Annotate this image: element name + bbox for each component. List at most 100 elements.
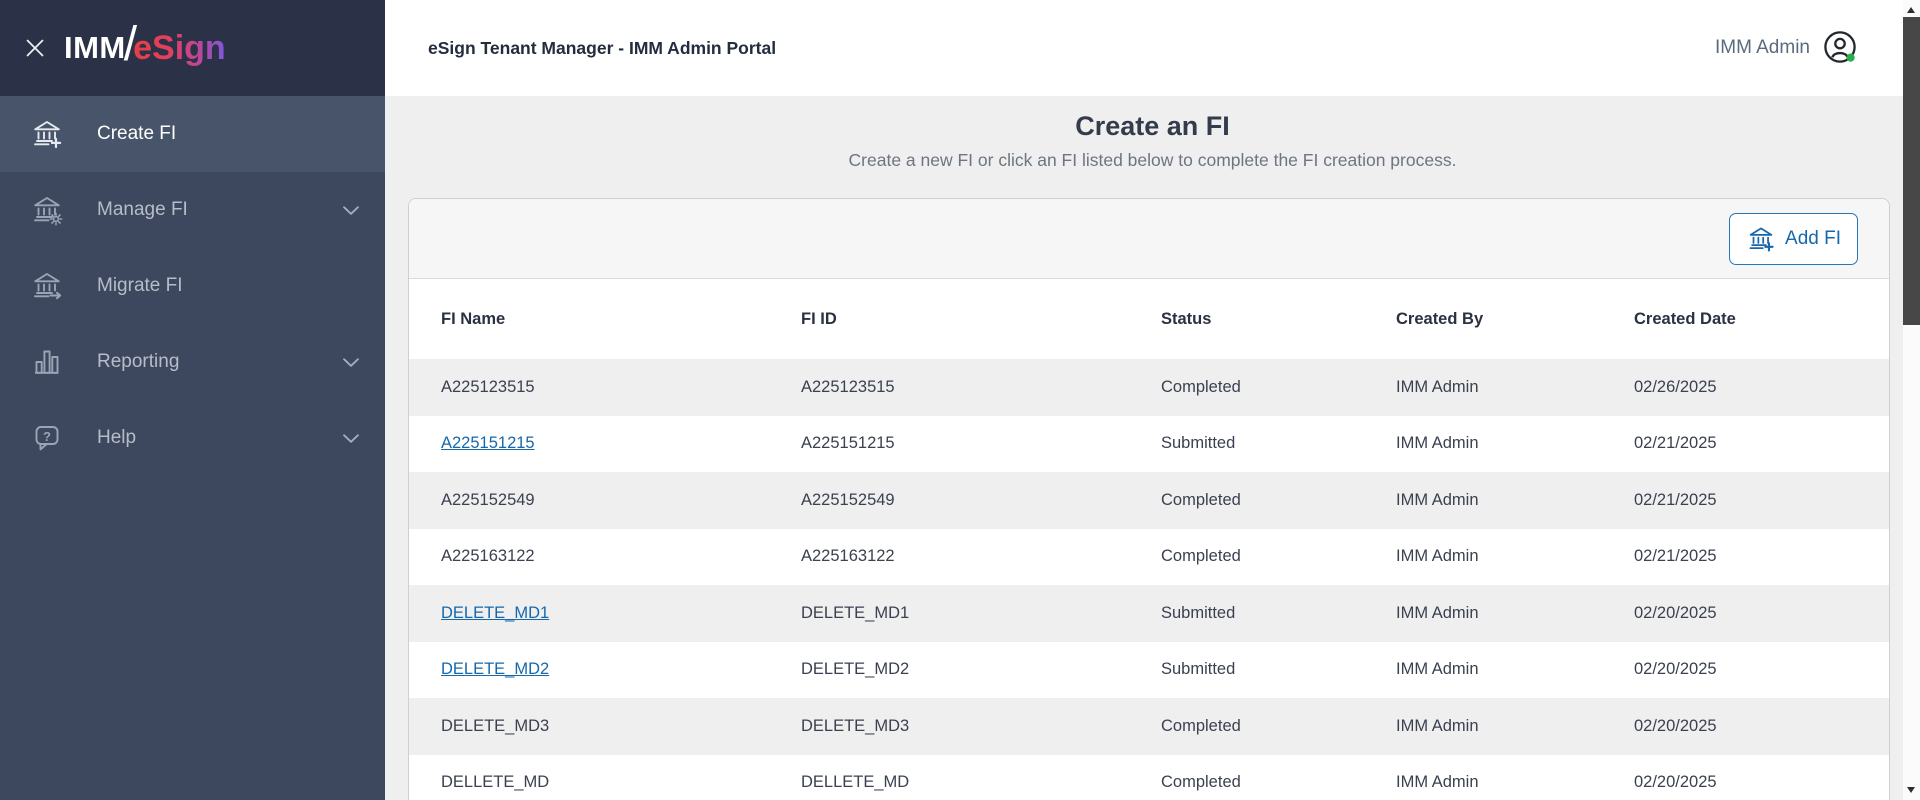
- nav-label: Manage FI: [97, 199, 188, 221]
- cell-status: Completed: [1161, 773, 1396, 792]
- cell-created-date: 02/20/2025: [1634, 717, 1889, 736]
- cell-status: Submitted: [1161, 660, 1396, 679]
- chevron-down-icon: [342, 433, 360, 444]
- fi-name-link[interactable]: DELETE_MD1: [441, 604, 549, 622]
- cell-created-date: 02/21/2025: [1634, 491, 1889, 510]
- cell-status: Completed: [1161, 547, 1396, 566]
- cell-fi-name: A225152549: [441, 491, 801, 510]
- cell-fi-name: DELETE_MD1: [441, 604, 801, 623]
- cell-status: Completed: [1161, 378, 1396, 397]
- cell-created-by: IMM Admin: [1396, 717, 1634, 736]
- add-fi-label: Add FI: [1785, 228, 1841, 250]
- chevron-down-icon: [342, 205, 360, 216]
- scrollbar-down-arrow[interactable]: [1907, 787, 1915, 793]
- sidebar-item-help[interactable]: ? Help: [0, 400, 385, 476]
- cell-fi-id: DELETE_MD1: [801, 604, 1161, 623]
- cell-fi-id: DELLETE_MD: [801, 773, 1161, 792]
- col-header-created-by: Created By: [1396, 310, 1634, 329]
- chevron-down-icon: [342, 357, 360, 368]
- cell-status: Submitted: [1161, 434, 1396, 453]
- table-row: A225163122 A225163122 Completed IMM Admi…: [409, 529, 1889, 586]
- sidebar-item-manage-fi[interactable]: Manage FI: [0, 172, 385, 248]
- user-menu[interactable]: IMM Admin: [1715, 29, 1860, 67]
- sidebar-nav: Create FI Manage FI Migrate FI: [0, 96, 385, 476]
- table-body: A225123515 A225123515 Completed IMM Admi…: [409, 359, 1889, 800]
- col-header-created-date: Created Date: [1634, 310, 1889, 329]
- cell-created-date: 02/21/2025: [1634, 434, 1889, 453]
- svg-text:?: ?: [43, 429, 51, 444]
- user-avatar-icon[interactable]: [1822, 29, 1860, 67]
- cell-created-by: IMM Admin: [1396, 547, 1634, 566]
- close-icon[interactable]: [22, 35, 48, 61]
- fi-name-link[interactable]: DELETE_MD2: [441, 660, 549, 678]
- table-row: DELLETE_MD DELLETE_MD Completed IMM Admi…: [409, 755, 1889, 800]
- card-toolbar: Add FI: [409, 199, 1889, 279]
- cell-created-date: 02/20/2025: [1634, 773, 1889, 792]
- cell-created-by: IMM Admin: [1396, 491, 1634, 510]
- cell-fi-id: A225151215: [801, 434, 1161, 453]
- cell-created-by: IMM Admin: [1396, 434, 1634, 453]
- cell-fi-name: DELLETE_MD: [441, 773, 801, 792]
- bank-arrow-icon: [30, 269, 64, 303]
- cell-status: Submitted: [1161, 604, 1396, 623]
- cell-created-date: 02/21/2025: [1634, 547, 1889, 566]
- cell-fi-name: A225163122: [441, 547, 801, 566]
- scrollbar-up-arrow[interactable]: [1907, 7, 1915, 13]
- page-subtitle: Create a new FI or click an FI listed be…: [385, 150, 1920, 171]
- help-bubble-icon: ?: [30, 421, 64, 455]
- nav-label: Help: [97, 427, 136, 449]
- sidebar: IMM / eSign Create FI Manage FI: [0, 0, 385, 800]
- bank-plus-icon: [1746, 224, 1776, 254]
- online-status-dot: [1847, 54, 1855, 62]
- topbar: eSign Tenant Manager - IMM Admin Portal …: [385, 0, 1920, 96]
- cell-fi-name: A225123515: [441, 378, 801, 397]
- cell-fi-id: A225163122: [801, 547, 1161, 566]
- cell-fi-id: DELETE_MD3: [801, 717, 1161, 736]
- cell-created-by: IMM Admin: [1396, 378, 1634, 397]
- col-header-fi-id: FI ID: [801, 310, 1161, 329]
- nav-label: Reporting: [97, 351, 179, 373]
- cell-fi-name: DELETE_MD3: [441, 717, 801, 736]
- main-area: eSign Tenant Manager - IMM Admin Portal …: [385, 0, 1920, 800]
- cell-created-date: 02/20/2025: [1634, 604, 1889, 623]
- nav-label: Migrate FI: [97, 275, 183, 297]
- col-header-status: Status: [1161, 310, 1396, 329]
- fi-list-card: Add FI FI Name FI ID Status Created By C…: [408, 198, 1890, 800]
- scrollbar-thumb[interactable]: [1903, 17, 1920, 325]
- bank-gear-icon: [30, 193, 64, 227]
- cell-fi-id: A225123515: [801, 378, 1161, 397]
- logo-esign-text: eSign: [133, 29, 226, 68]
- fi-name-link[interactable]: A225151215: [441, 434, 535, 452]
- portal-title: eSign Tenant Manager - IMM Admin Portal: [428, 38, 776, 59]
- page-content: Create an FI Create a new FI or click an…: [385, 96, 1920, 800]
- nav-label: Create FI: [97, 123, 176, 145]
- col-header-fi-name: FI Name: [441, 310, 801, 329]
- sidebar-item-create-fi[interactable]: Create FI: [0, 96, 385, 172]
- table-row: A225123515 A225123515 Completed IMM Admi…: [409, 359, 1889, 416]
- sidebar-item-migrate-fi[interactable]: Migrate FI: [0, 248, 385, 324]
- user-name: IMM Admin: [1715, 37, 1810, 59]
- sidebar-item-reporting[interactable]: Reporting: [0, 324, 385, 400]
- cell-created-by: IMM Admin: [1396, 604, 1634, 623]
- cell-fi-name: DELETE_MD2: [441, 660, 801, 679]
- imm-esign-logo: IMM / eSign: [64, 29, 226, 68]
- cell-status: Completed: [1161, 491, 1396, 510]
- cell-created-by: IMM Admin: [1396, 660, 1634, 679]
- add-fi-button[interactable]: Add FI: [1729, 213, 1858, 265]
- sidebar-logo-band: IMM / eSign: [0, 0, 385, 96]
- table-row: A225152549 A225152549 Completed IMM Admi…: [409, 472, 1889, 529]
- table-row: DELETE_MD2 DELETE_MD2 Submitted IMM Admi…: [409, 642, 1889, 699]
- table-row: DELETE_MD1 DELETE_MD1 Submitted IMM Admi…: [409, 585, 1889, 642]
- table-row: DELETE_MD3 DELETE_MD3 Completed IMM Admi…: [409, 698, 1889, 755]
- cell-fi-id: A225152549: [801, 491, 1161, 510]
- cell-fi-name: A225151215: [441, 434, 801, 453]
- cell-created-date: 02/26/2025: [1634, 378, 1889, 397]
- page-title: Create an FI: [385, 111, 1920, 142]
- bar-chart-icon: [30, 345, 64, 379]
- cell-created-by: IMM Admin: [1396, 773, 1634, 792]
- logo-imm-text: IMM: [64, 30, 126, 66]
- table-row: A225151215 A225151215 Submitted IMM Admi…: [409, 416, 1889, 473]
- cell-fi-id: DELETE_MD2: [801, 660, 1161, 679]
- table-header: FI Name FI ID Status Created By Created …: [409, 279, 1889, 359]
- bank-plus-icon: [30, 117, 64, 151]
